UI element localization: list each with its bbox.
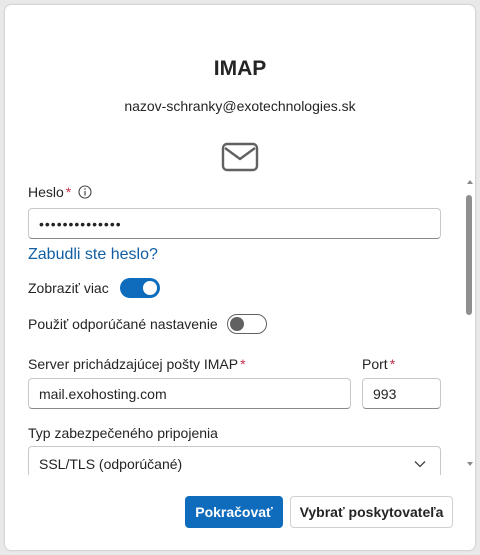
password-value: ••••••••••••••: [39, 215, 122, 232]
required-mark: *: [65, 184, 72, 200]
port-label: Port *: [362, 356, 396, 372]
envelope-icon: [221, 142, 259, 172]
account-email: nazov-schranky@exotechnologies.sk: [124, 98, 356, 114]
choose-provider-button[interactable]: Vybrať poskytovateľa: [290, 496, 453, 528]
required-mark: *: [240, 356, 246, 372]
recommended-settings-label: Použiť odporúčané nastavenie: [28, 316, 218, 332]
imap-dialog: IMAP nazov-schranky@exotechnologies.sk H…: [5, 5, 475, 550]
port-input[interactable]: 993: [362, 378, 441, 409]
required-mark: *: [389, 356, 396, 372]
scroll-up-icon[interactable]: [467, 179, 473, 185]
security-type-value: SSL/TLS (odporúčané): [39, 455, 183, 472]
toggle-knob: [143, 281, 157, 295]
info-icon[interactable]: [78, 185, 92, 199]
continue-button[interactable]: Pokračovať: [185, 496, 283, 528]
port-value: 993: [373, 385, 397, 402]
scrollbar-thumb[interactable]: [466, 195, 472, 315]
security-type-label: Typ zabezpečeného pripojenia: [28, 425, 218, 441]
recommended-settings-toggle[interactable]: [227, 314, 267, 334]
scroll-down-icon[interactable]: [467, 461, 473, 467]
form-scroll-area[interactable]: Heslo * •••••••••••••• Zabudli ste heslo?…: [5, 175, 475, 475]
forgot-password-link[interactable]: Zabudli ste heslo?: [28, 246, 158, 264]
password-label: Heslo *: [28, 184, 72, 200]
server-value: mail.exohosting.com: [39, 385, 167, 402]
server-input[interactable]: mail.exohosting.com: [28, 378, 351, 409]
security-type-select[interactable]: SSL/TLS (odporúčané): [28, 446, 441, 475]
chevron-down-icon: [414, 461, 426, 468]
password-input[interactable]: ••••••••••••••: [28, 208, 441, 239]
toggle-knob: [230, 317, 244, 331]
show-more-label: Zobraziť viac: [28, 280, 109, 296]
dialog-title: IMAP: [213, 57, 267, 80]
server-label: Server prichádzajúcej pošty IMAP *: [28, 356, 246, 372]
show-more-toggle[interactable]: [120, 278, 160, 298]
